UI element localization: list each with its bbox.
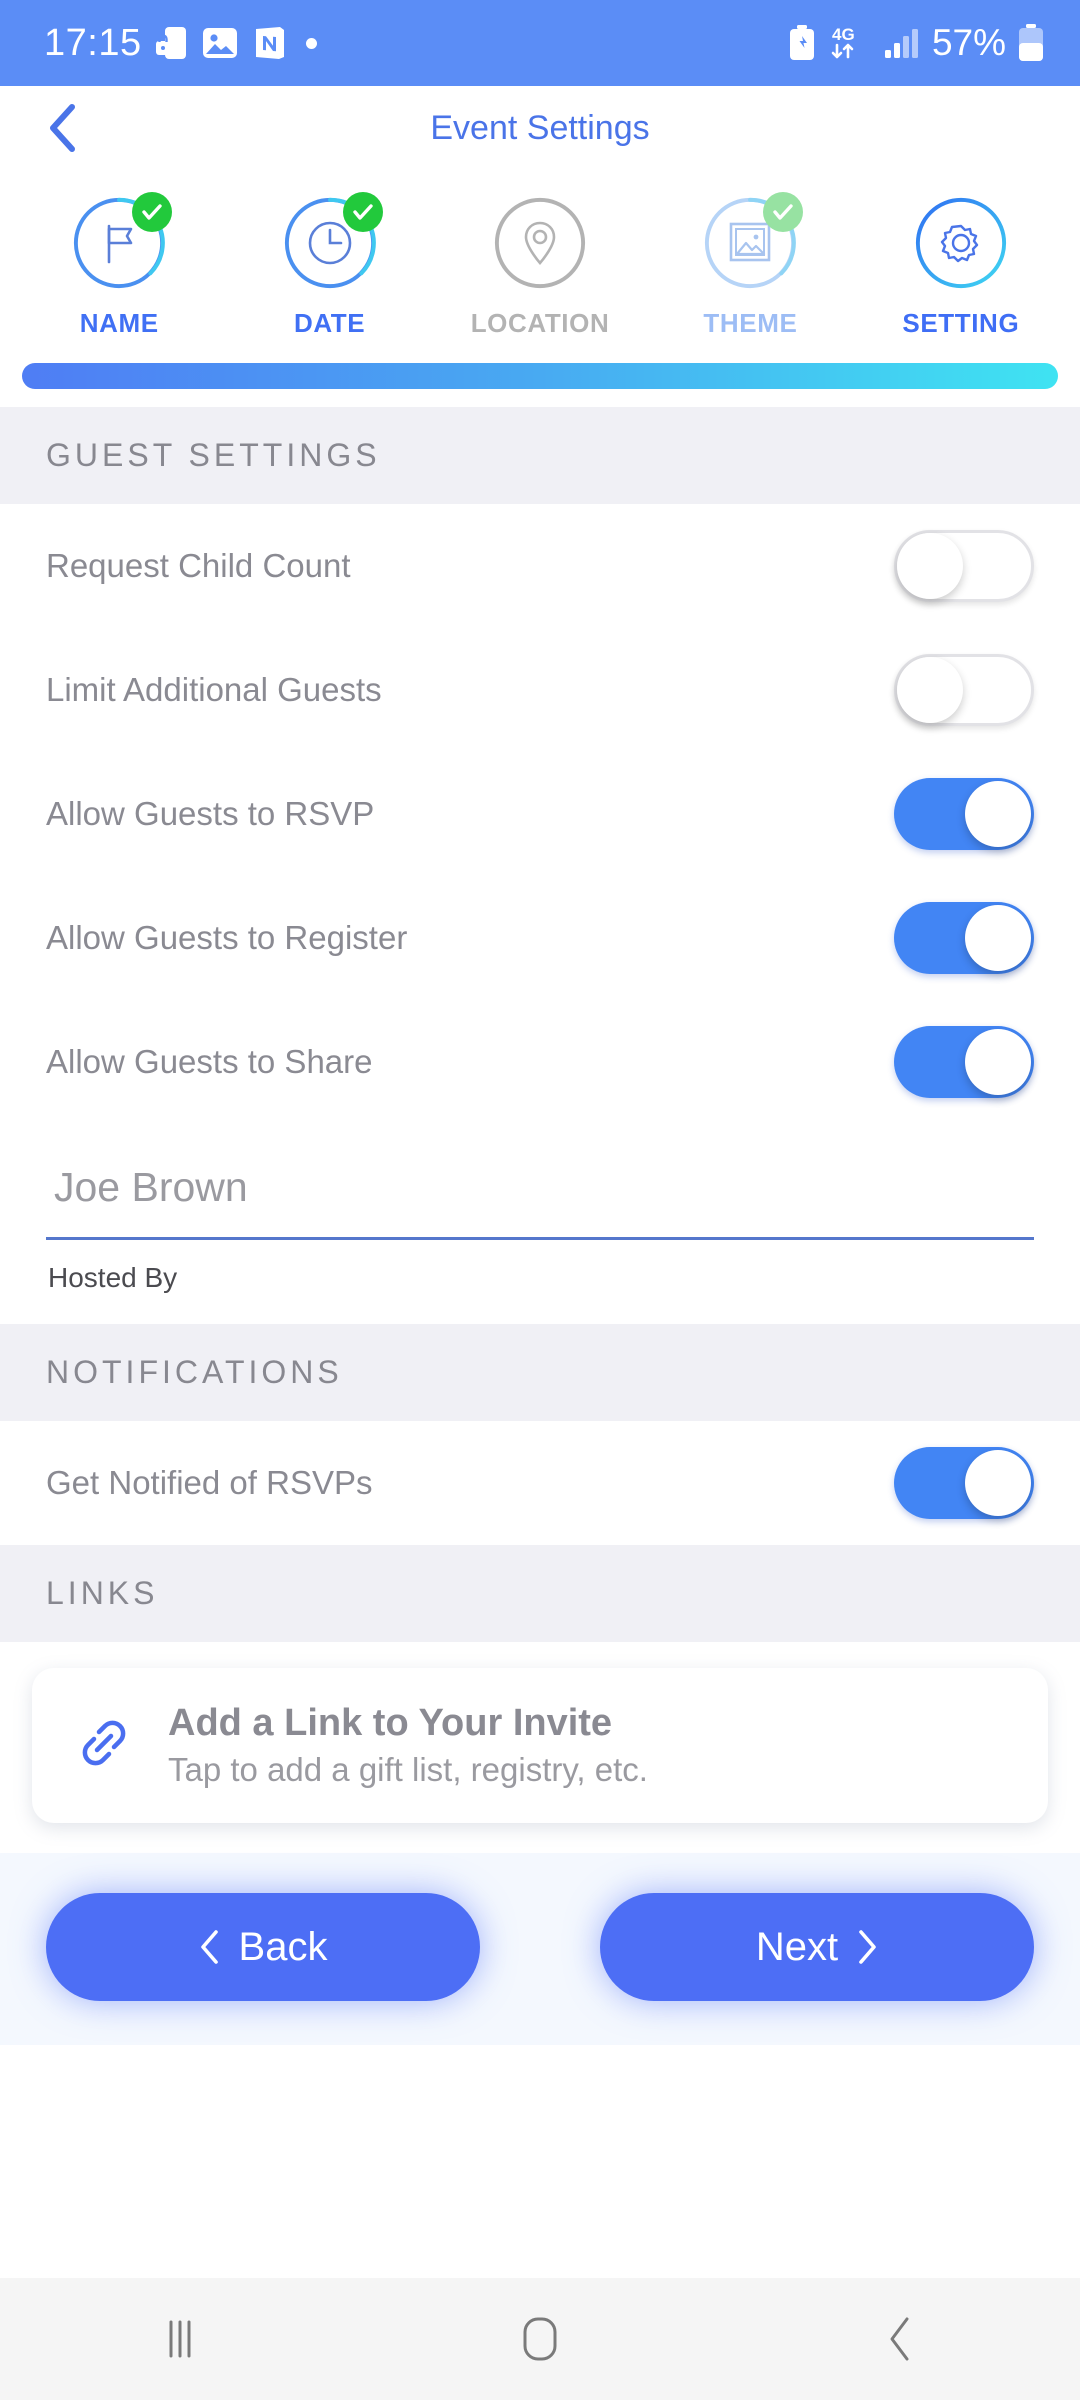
toggle-allow-guests-to-register[interactable] bbox=[894, 902, 1034, 974]
progress-bar-container bbox=[0, 349, 1080, 407]
back-icon[interactable] bbox=[840, 2299, 960, 2379]
step-ring-location bbox=[491, 194, 589, 292]
step-label-setting: SETTING bbox=[902, 308, 1020, 338]
hosted-by-input[interactable]: Joe Brown bbox=[46, 1150, 1034, 1237]
add-link-title: Add a Link to Your Invite bbox=[168, 1702, 613, 1744]
chevron-left-icon bbox=[200, 1930, 218, 1964]
home-icon[interactable] bbox=[480, 2299, 600, 2379]
toggle-knob bbox=[965, 1450, 1031, 1516]
setting-label: Allow Guests to Share bbox=[46, 1043, 373, 1080]
gallery-icon bbox=[202, 26, 238, 60]
setting-label: Request Child Count bbox=[46, 547, 351, 584]
dot-indicator-icon bbox=[305, 37, 317, 49]
links-area: Add a Link to Your Invite Tap to add a g… bbox=[0, 1642, 1080, 1853]
setting-label: Get Notified of RSVPs bbox=[46, 1464, 373, 1501]
next-button-label: Next bbox=[755, 1924, 839, 1969]
section-header-notifications: NOTIFICATIONS bbox=[0, 1324, 1080, 1421]
step-theme[interactable]: THEME bbox=[645, 192, 855, 339]
setting-row-get-notified-of-rsvps[interactable]: Get Notified of RSVPs bbox=[0, 1421, 1080, 1545]
secure-phone-icon bbox=[155, 25, 188, 61]
add-link-text: Add a Link to Your Invite Tap to add a g… bbox=[168, 1702, 648, 1789]
toggle-limit-additional-guests[interactable] bbox=[894, 654, 1034, 726]
battery-percent-label: 57% bbox=[931, 22, 1006, 63]
step-ring-setting bbox=[912, 194, 1010, 292]
link-chain-icon bbox=[70, 1709, 138, 1782]
toggle-knob bbox=[897, 533, 963, 599]
back-button-label: Back bbox=[238, 1924, 328, 1969]
toggle-knob bbox=[965, 781, 1031, 847]
add-link-subtitle: Tap to add a gift list, registry, etc. bbox=[168, 1751, 648, 1788]
pin-icon bbox=[491, 194, 589, 292]
step-label-name: NAME bbox=[79, 308, 159, 338]
progress-bar bbox=[22, 363, 1058, 389]
toggle-request-child-count[interactable] bbox=[894, 530, 1034, 602]
status-bar: 17:15 4G 57% bbox=[0, 0, 1080, 86]
chevron-left-icon bbox=[50, 104, 75, 152]
setting-label: Allow Guests to RSVP bbox=[46, 795, 375, 832]
section-header-links: LINKS bbox=[0, 1545, 1080, 1642]
toggle-allow-guests-to-rsvp[interactable] bbox=[894, 778, 1034, 850]
setting-row-allow-guests-to-share[interactable]: Allow Guests to Share bbox=[0, 1000, 1080, 1124]
hosted-by-caption: Hosted By bbox=[48, 1262, 178, 1293]
header-back-button[interactable] bbox=[40, 104, 84, 152]
data-transfer-icon: 4G bbox=[828, 23, 872, 63]
step-ring-theme bbox=[701, 192, 804, 292]
phone-screen: 17:15 4G 57% Event Settings NAME DATE LO… bbox=[0, 0, 1080, 2400]
android-nav-bar bbox=[0, 2278, 1080, 2400]
step-ring-date bbox=[281, 192, 383, 292]
setting-row-limit-additional-guests[interactable]: Limit Additional Guests bbox=[0, 628, 1080, 752]
hosted-by-field: Joe Brown Hosted By bbox=[0, 1124, 1080, 1324]
status-bar-right: 4G 57% bbox=[788, 22, 1044, 64]
setting-label: Limit Additional Guests bbox=[46, 671, 382, 708]
toggle-get-notified-of-rsvps[interactable] bbox=[894, 1447, 1034, 1519]
wizard-navigation-bar: Back Next bbox=[0, 1853, 1080, 2045]
chevron-right-icon bbox=[859, 1930, 876, 1964]
next-button[interactable]: Next bbox=[600, 1893, 1034, 2001]
setting-row-request-child-count[interactable]: Request Child Count bbox=[0, 504, 1080, 628]
step-setting[interactable]: SETTING bbox=[856, 194, 1066, 339]
toggle-knob bbox=[965, 905, 1031, 971]
step-label-date: DATE bbox=[293, 308, 366, 338]
add-link-card[interactable]: Add a Link to Your Invite Tap to add a g… bbox=[32, 1668, 1048, 1823]
section-header-guest-settings: GUEST SETTINGS bbox=[0, 407, 1080, 504]
gear-icon bbox=[912, 194, 1010, 292]
step-name[interactable]: NAME bbox=[14, 192, 224, 339]
battery-saver-icon bbox=[788, 25, 816, 61]
toggle-knob bbox=[965, 1029, 1031, 1095]
toggle-allow-guests-to-share[interactable] bbox=[894, 1026, 1034, 1098]
battery-icon bbox=[1018, 24, 1044, 62]
signal-bars-icon bbox=[884, 27, 920, 59]
notion-icon bbox=[252, 25, 286, 61]
status-bar-left: 17:15 bbox=[44, 22, 317, 65]
step-label-location: LOCATION bbox=[470, 308, 610, 338]
step-date[interactable]: DATE bbox=[224, 192, 434, 339]
status-bar-clock: 17:15 bbox=[44, 21, 142, 64]
page-title: Event Settings bbox=[430, 108, 650, 147]
step-ring-name bbox=[70, 192, 173, 292]
step-check-badge bbox=[132, 192, 173, 232]
app-header: Event Settings bbox=[0, 86, 1080, 170]
step-label-theme: THEME bbox=[703, 308, 798, 338]
setting-row-allow-guests-to-rsvp[interactable]: Allow Guests to RSVP bbox=[0, 752, 1080, 876]
setting-row-allow-guests-to-register[interactable]: Allow Guests to Register bbox=[0, 876, 1080, 1000]
step-indicator: NAME DATE LOCATION THEME SETTING bbox=[0, 170, 1080, 349]
back-button[interactable]: Back bbox=[46, 1893, 480, 2001]
recents-icon[interactable] bbox=[120, 2299, 240, 2379]
toggle-knob bbox=[897, 657, 963, 723]
step-check-badge bbox=[342, 192, 383, 232]
setting-label: Allow Guests to Register bbox=[46, 919, 408, 956]
svg-text:4G: 4G bbox=[832, 25, 855, 44]
step-location[interactable]: LOCATION bbox=[435, 194, 645, 339]
